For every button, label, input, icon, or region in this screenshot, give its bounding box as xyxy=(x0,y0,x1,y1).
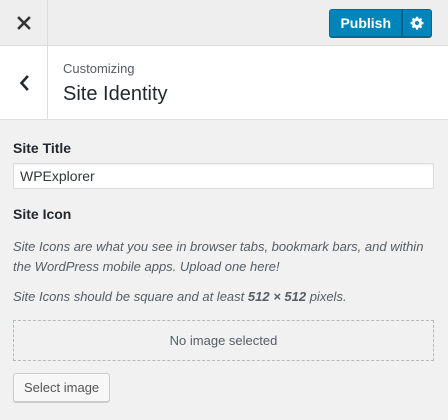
site-icon-size-note: Site Icons should be square and at least… xyxy=(13,287,434,307)
chevron-left-icon xyxy=(19,74,29,91)
close-icon xyxy=(16,15,31,30)
select-image-button[interactable]: Select image xyxy=(13,373,111,402)
size-note-size: 512 × 512 xyxy=(247,289,307,304)
publish-settings-button[interactable] xyxy=(402,9,432,37)
publish-controls: Publish xyxy=(329,9,432,37)
back-button[interactable] xyxy=(0,46,48,119)
close-button[interactable] xyxy=(0,0,48,45)
site-icon-description: Site Icons are what you see in browser t… xyxy=(13,239,424,274)
site-title-label: Site Title xyxy=(13,140,72,156)
section-header: Customizing Site Identity xyxy=(0,46,448,120)
size-note-prefix: Site Icons should be square and at least xyxy=(13,289,248,304)
customizer-topbar: Publish xyxy=(0,0,448,46)
header-eyebrow: Customizing xyxy=(63,61,135,76)
site-title-input[interactable] xyxy=(13,163,434,189)
publish-button[interactable]: Publish xyxy=(329,9,402,37)
gear-icon xyxy=(410,16,424,30)
size-note-suffix: pixels. xyxy=(306,289,347,304)
site-icon-label: Site Icon xyxy=(13,206,72,222)
site-icon-placeholder[interactable]: No image selected xyxy=(13,320,434,361)
header-text: Customizing Site Identity xyxy=(63,61,168,107)
page-title: Site Identity xyxy=(63,83,168,105)
